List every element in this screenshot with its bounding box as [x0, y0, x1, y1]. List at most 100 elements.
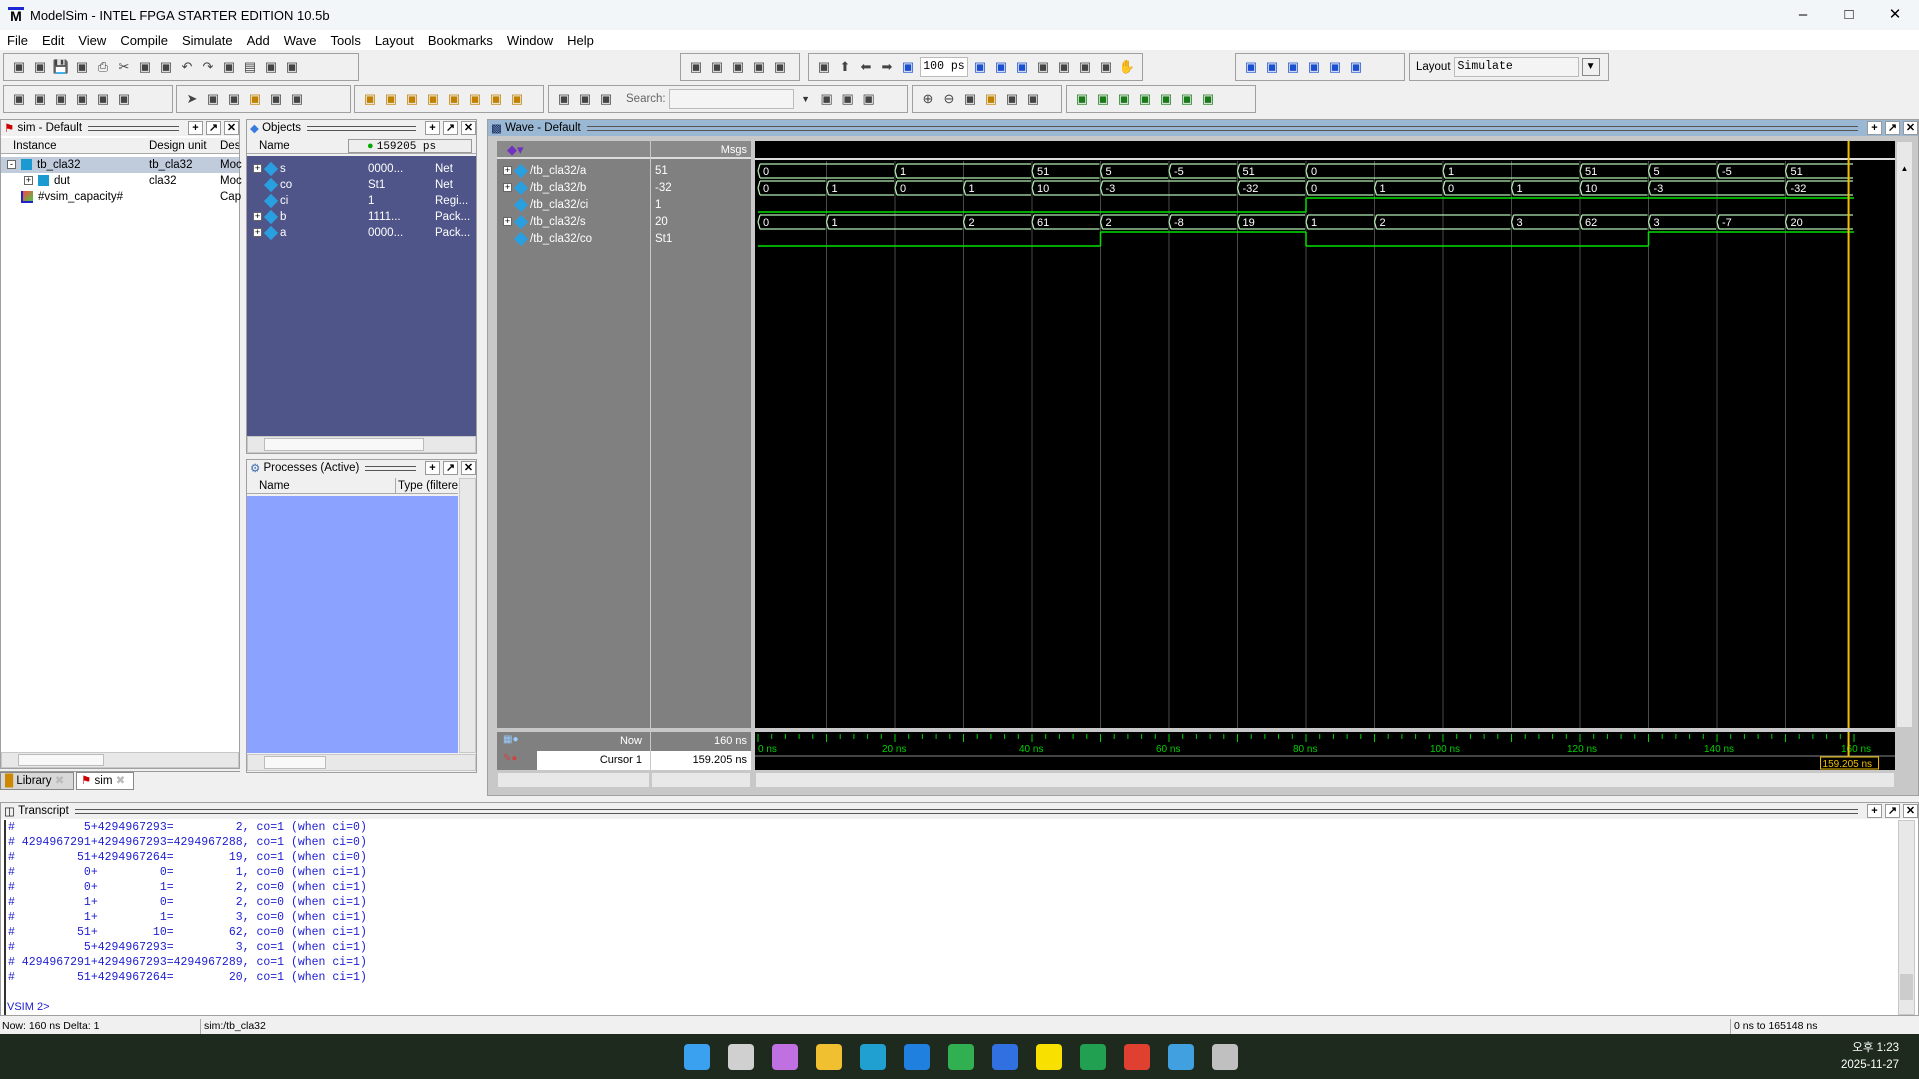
clock[interactable]: 오후 1:232025-11-27 [1841, 1040, 1899, 1074]
undock-button[interactable]: ↗ [1885, 121, 1900, 135]
edge2-icon[interactable]: ▣ [466, 90, 484, 108]
search-options-icon[interactable]: ▣ [860, 90, 878, 108]
memory-icon[interactable]: ▣ [1097, 58, 1115, 76]
wave-signal-row[interactable]: /tb_cla32/co [497, 231, 650, 247]
bracket-icon[interactable]: ▣ [73, 90, 91, 108]
bit-icon[interactable]: ▣ [10, 90, 28, 108]
save-icon[interactable]: 💾 [52, 58, 70, 76]
prev-edge-icon[interactable]: ▣ [403, 90, 421, 108]
step-into-icon[interactable]: ▣ [1242, 58, 1260, 76]
modelsim-icon[interactable]: ▣ [283, 58, 301, 76]
traffic-light-icon[interactable]: ▣ [288, 90, 306, 108]
cursor-icons[interactable]: ✎● [503, 753, 517, 764]
wave-format4-icon[interactable]: ▣ [1136, 90, 1154, 108]
scroll-up-icon[interactable]: ▲ [1898, 164, 1911, 176]
step-out-all-icon[interactable]: ▣ [1347, 58, 1365, 76]
app-sphere-taskbar-icon[interactable] [1168, 1044, 1194, 1070]
wave-format3-icon[interactable]: ▣ [1115, 90, 1133, 108]
new-file-icon[interactable]: ▣ [10, 58, 28, 76]
excel-taskbar-icon[interactable] [1080, 1044, 1106, 1070]
add-signal-icon[interactable]: ◆▾ [507, 142, 524, 158]
remove-cursor-icon[interactable]: ▣ [382, 90, 400, 108]
column-design-unit[interactable]: Design unit [149, 138, 207, 154]
search-prev-icon[interactable]: ▣ [818, 90, 836, 108]
next-edge-icon[interactable]: ▣ [424, 90, 442, 108]
dock-button[interactable]: + [425, 121, 440, 135]
menu-tools[interactable]: Tools [323, 33, 367, 48]
column-design-type[interactable]: Des [220, 138, 239, 154]
undo-icon[interactable]: ↶ [178, 58, 196, 76]
vertical-scrollbar[interactable]: ▲ [1896, 141, 1913, 728]
expand-icon[interactable]: + [253, 212, 262, 221]
copy-icon[interactable]: ▣ [136, 58, 154, 76]
hierarchy-icon[interactable]: ▣ [262, 58, 280, 76]
app-green-taskbar-icon[interactable] [948, 1044, 974, 1070]
step-icon[interactable]: ▣ [1305, 58, 1323, 76]
profile-icon[interactable]: ▣ [1076, 58, 1094, 76]
split-icon[interactable]: ▣ [267, 90, 285, 108]
break-icon[interactable]: ▣ [750, 58, 768, 76]
zoom-range-icon[interactable]: ▣ [1003, 90, 1021, 108]
search-dropdown-icon[interactable]: ▼ [797, 90, 815, 108]
transcript-output[interactable]: # 5+4294967293= 2, co=1 (when ci=0)# 429… [4, 820, 1894, 1015]
open-folder-icon[interactable]: ▣ [31, 58, 49, 76]
horizontal-scrollbar[interactable] [247, 754, 476, 771]
expand-icon[interactable]: + [253, 164, 262, 173]
step-over-icon[interactable]: ▣ [1263, 58, 1281, 76]
cursor-icon[interactable]: ▣ [246, 90, 264, 108]
menu-simulate[interactable]: Simulate [175, 33, 240, 48]
expand-icon[interactable]: ▣ [555, 90, 573, 108]
menu-edit[interactable]: Edit [35, 33, 71, 48]
zoom-in-icon[interactable]: ⊕ [919, 90, 937, 108]
horizontal-scrollbar[interactable] [1, 752, 239, 768]
highlight-icon[interactable]: ▣ [597, 90, 615, 108]
close-panel-button[interactable]: ✕ [1903, 804, 1918, 818]
reload-icon[interactable]: ▣ [73, 58, 91, 76]
menu-compile[interactable]: Compile [113, 33, 175, 48]
close-panel-button[interactable]: ✕ [461, 461, 476, 475]
wave-format6-icon[interactable]: ▣ [1178, 90, 1196, 108]
maximize-button[interactable]: □ [1826, 0, 1872, 30]
zoom-last-icon[interactable]: ▣ [1024, 90, 1042, 108]
app-blue-taskbar-icon[interactable] [992, 1044, 1018, 1070]
expand-icon[interactable]: + [503, 217, 512, 226]
edge3-icon[interactable]: ▣ [487, 90, 505, 108]
wave-format7-icon[interactable]: ▣ [1199, 90, 1217, 108]
paste-icon[interactable]: ▣ [157, 58, 175, 76]
zoom-full-icon[interactable]: ▣ [961, 90, 979, 108]
move-icon[interactable]: ▣ [225, 90, 243, 108]
modelsim-taskbar-icon[interactable] [1212, 1044, 1238, 1070]
menu-window[interactable]: Window [500, 33, 560, 48]
redo-icon[interactable]: ↷ [199, 58, 217, 76]
file-explorer-taskbar-icon[interactable] [816, 1044, 842, 1070]
edge1-icon[interactable]: ▣ [445, 90, 463, 108]
start-taskbar-icon[interactable] [684, 1044, 710, 1070]
menu-view[interactable]: View [71, 33, 113, 48]
all-icon[interactable]: ▣ [94, 90, 112, 108]
tab-sim[interactable]: ⚑ sim ✖ [76, 772, 134, 790]
object-row[interactable]: +b1111...Pack... [247, 209, 476, 225]
zero-icon[interactable]: ▣ [31, 90, 49, 108]
run-all-icon[interactable]: ▣ [1013, 58, 1031, 76]
collapse-icon[interactable]: ▣ [576, 90, 594, 108]
close-panel-button[interactable]: ✕ [1903, 121, 1918, 135]
search-input[interactable] [669, 89, 794, 109]
collapse-icon[interactable]: - [7, 160, 16, 169]
run-length-input[interactable]: 100 ps [920, 57, 968, 77]
dock-button[interactable]: + [1867, 804, 1882, 818]
close-tab-icon[interactable]: ✖ [116, 775, 126, 787]
restart-icon[interactable]: ▣ [815, 58, 833, 76]
undock-button[interactable]: ↗ [206, 121, 221, 135]
back-icon[interactable]: ⬅ [857, 58, 875, 76]
run-length-icon[interactable]: ▣ [899, 58, 917, 76]
find-icon[interactable]: ▤ [241, 58, 259, 76]
waveform-canvas[interactable]: 01515-55101515-551010110-3-32010110-3-32… [755, 141, 1895, 728]
expand-icon[interactable]: + [253, 228, 262, 237]
column-instance[interactable]: Instance [13, 138, 56, 154]
names-scrollbar[interactable] [497, 772, 650, 788]
edge4-icon[interactable]: ▣ [508, 90, 526, 108]
expand-icon[interactable]: + [503, 166, 512, 175]
object-row[interactable]: coSt1Net [247, 177, 476, 193]
wave-horizontal-scrollbar[interactable] [755, 772, 1895, 788]
cut-icon[interactable]: ✂ [115, 58, 133, 76]
